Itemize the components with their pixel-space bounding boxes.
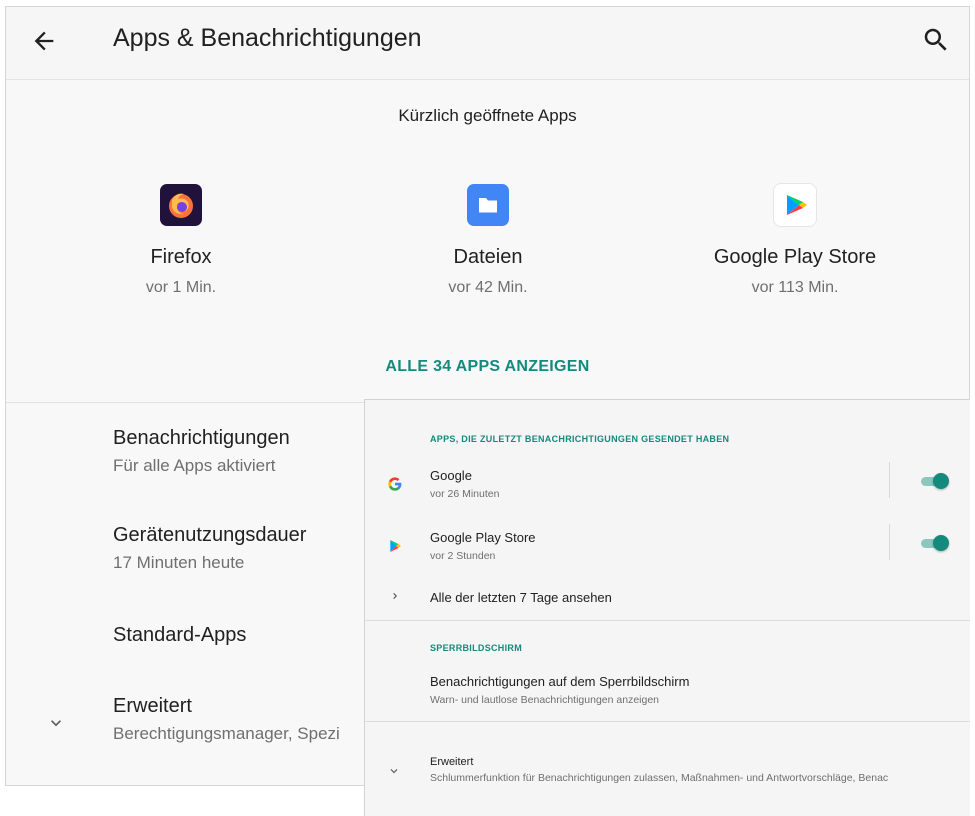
- app-name: Firefox: [150, 246, 212, 268]
- item-title: Erweitert: [430, 756, 474, 768]
- advanced-notifications-item[interactable]: Erweitert Schlummerfunktion für Benachri…: [365, 752, 970, 796]
- item-subtitle: Warn- und lautlose Benachrichtigungen an…: [430, 694, 660, 706]
- google-notifications-toggle[interactable]: [919, 473, 949, 489]
- app-name: Google: [430, 468, 472, 483]
- lockscreen-notifications-item[interactable]: Benachrichtigungen auf dem Sperrbildschi…: [365, 670, 970, 714]
- search-icon[interactable]: [921, 25, 951, 55]
- firefox-icon: [160, 184, 202, 226]
- item-subtitle: Schlummerfunktion für Benachrichtigungen…: [430, 772, 889, 784]
- toolbar: Apps & Benachrichtigungen: [6, 7, 969, 80]
- item-title: Benachrichtigungen auf dem Sperrbildschi…: [430, 674, 690, 689]
- lockscreen-section-label: SPERRBILDSCHIRM: [430, 643, 523, 653]
- app-time: vor 26 Minuten: [430, 488, 500, 500]
- app-time: vor 1 Min.: [145, 279, 217, 296]
- recent-app-files[interactable]: Dateien vor 42 Min.: [338, 184, 638, 297]
- chevron-right-icon: [393, 593, 397, 599]
- toggle-thumb: [933, 473, 949, 489]
- app-time: vor 2 Stunden: [430, 550, 496, 562]
- toggle-thumb: [933, 535, 949, 551]
- back-arrow-icon[interactable]: [30, 27, 58, 55]
- recent-apps-section: Kürzlich geöffnete Apps Firefox vor 1 Mi…: [6, 80, 969, 403]
- section-divider: [365, 721, 970, 722]
- play-store-icon: [774, 184, 816, 226]
- chevron-down-icon: [390, 769, 398, 774]
- play-store-icon: [390, 540, 401, 552]
- recent-apps-heading: Kürzlich geöffnete Apps: [398, 106, 577, 125]
- section-divider: [365, 620, 970, 621]
- google-icon: [388, 477, 402, 491]
- recent-notifications-label: APPS, DIE ZULETZT BENACHRICHTIGUNGEN GES…: [430, 434, 730, 444]
- show-all-apps-link[interactable]: ALLE 34 APPS ANZEIGEN: [6, 358, 969, 376]
- page-title: Apps & Benachrichtigungen: [113, 24, 422, 52]
- notification-settings-window: APPS, DIE ZULETZT BENACHRICHTIGUNGEN GES…: [364, 399, 970, 816]
- app-name: Google Play Store: [430, 530, 536, 545]
- notification-app-row-google[interactable]: Google vor 26 Minuten: [365, 462, 970, 518]
- app-time: vor 113 Min.: [751, 279, 839, 296]
- see-all-label: Alle der letzten 7 Tage ansehen: [430, 590, 612, 605]
- recent-app-play-store[interactable]: Google Play Store vor 113 Min.: [645, 184, 945, 297]
- app-name: Dateien: [453, 246, 523, 268]
- play-store-notifications-toggle[interactable]: [919, 535, 949, 551]
- app-time: vor 42 Min.: [448, 279, 528, 296]
- see-all-last-7-days[interactable]: Alle der letzten 7 Tage ansehen: [365, 584, 970, 614]
- files-icon: [467, 184, 509, 226]
- divider: [889, 462, 890, 498]
- chevron-down-icon[interactable]: [46, 713, 66, 733]
- divider: [889, 524, 890, 560]
- notification-app-row-play-store[interactable]: Google Play Store vor 2 Stunden: [365, 524, 970, 580]
- app-name: Google Play Store: [713, 246, 877, 268]
- recent-app-firefox[interactable]: Firefox vor 1 Min.: [31, 184, 331, 297]
